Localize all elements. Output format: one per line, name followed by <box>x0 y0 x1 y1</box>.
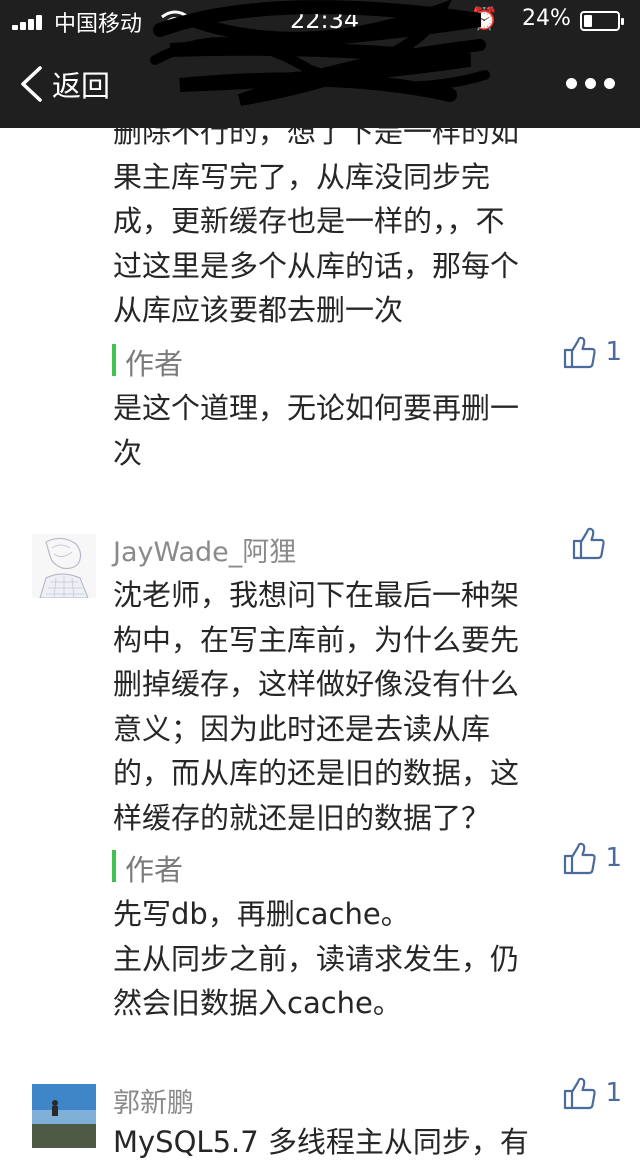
like-count: 1 <box>605 1078 622 1108</box>
avatar-photo-image <box>32 1084 96 1148</box>
comment-text-partial: 删除不行的，想了下是一样的如 果主库写完了，从库没同步完 成，更新缓存也是一样的… <box>113 115 520 327</box>
avatar[interactable] <box>32 1084 96 1148</box>
avatar[interactable] <box>32 534 96 598</box>
thumbs-up-icon <box>564 336 597 369</box>
like-button[interactable]: 1 <box>563 335 622 369</box>
more-options-button[interactable] <box>566 78 616 90</box>
redaction-scribble <box>150 0 490 106</box>
like-button[interactable]: 1 <box>563 1076 622 1110</box>
thumbs-up-icon <box>564 1077 597 1110</box>
navigation-bar: 中国移动 22:34 ⊙➚⏰ 24% 返回 <box>0 0 640 128</box>
avatar-sketch-image <box>32 534 96 598</box>
back-label: 返回 <box>52 69 111 103</box>
back-button[interactable]: 返回 <box>18 64 110 104</box>
like-button[interactable] <box>572 526 606 564</box>
carrier-name: 中国移动 <box>54 12 143 37</box>
comment-text: 沈老师，我想问下在最后一种架 构中，在写主库前，为什么要先 删掉缓存，这样做好像… <box>113 578 520 835</box>
thumbs-up-icon <box>564 842 597 875</box>
like-count: 1 <box>605 337 622 367</box>
author-reply-text: 是这个道理，无论如何要再删一 次 <box>113 391 520 470</box>
like-count: 1 <box>605 843 622 873</box>
author-reply-header: 作者 1 <box>112 842 622 887</box>
author-label: 作者 <box>125 347 184 381</box>
commenter-name[interactable]: 郭新鹏 <box>113 1081 194 1120</box>
author-reply-header: 作者 1 <box>112 336 622 381</box>
cellular-signal-icon <box>12 14 46 30</box>
chevron-left-icon <box>21 66 42 102</box>
commenter-name[interactable]: JayWade_阿狸 <box>113 530 296 569</box>
author-indicator-bar <box>112 344 116 376</box>
battery-icon <box>580 11 624 31</box>
thumbs-up-icon <box>572 527 605 560</box>
comment-thread: 删除不行的，想了下是一样的如 果主库写完了，从库没同步完 成，更新缓存也是一样的… <box>0 0 640 1159</box>
author-label: 作者 <box>125 853 184 887</box>
like-button[interactable]: 1 <box>563 841 622 875</box>
author-indicator-bar <box>112 850 116 882</box>
author-reply-text: 先写db，再删cache。 主从同步之前，读请求发生，仍 然会旧数据入cache… <box>113 897 520 1020</box>
comment-text: MySQL5.7 多线程主从同步，有 <box>113 1125 529 1159</box>
battery-level-fill <box>584 15 592 27</box>
battery-percentage: 24% <box>522 6 571 31</box>
